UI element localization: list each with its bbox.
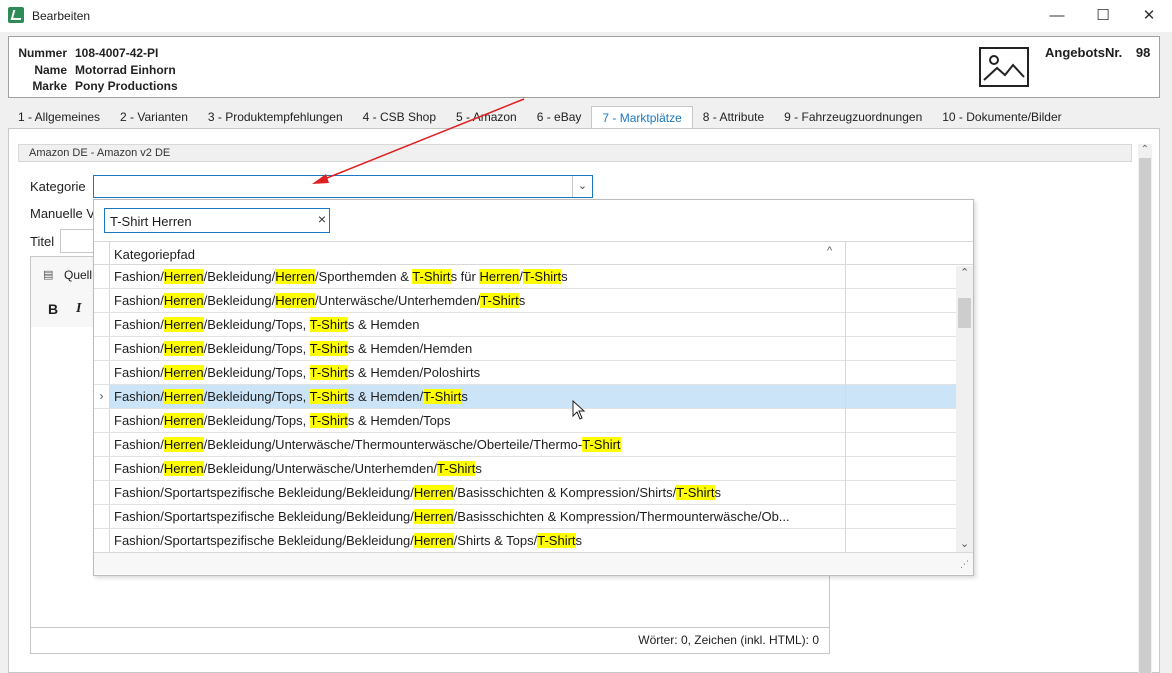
scroll-down-icon[interactable]: ⌄ — [960, 537, 969, 550]
row-indicator — [94, 481, 110, 504]
maximize-button[interactable]: ☐ — [1080, 0, 1126, 32]
category-path: Fashion/Herren/Bekleidung/Herren/Sporthe… — [114, 269, 568, 284]
tab-attribute[interactable]: 8 - Attribute — [693, 106, 774, 128]
close-button[interactable]: ✕ — [1126, 0, 1172, 32]
row-indicator — [94, 289, 110, 312]
tab-fahrzeugzuordnungen[interactable]: 9 - Fahrzeugzuordnungen — [774, 106, 932, 128]
scroll-up-icon[interactable]: ⌃ — [960, 266, 969, 279]
row-indicator — [94, 361, 110, 384]
name-value: Motorrad Einhorn — [75, 63, 176, 77]
angebots-label: AngebotsNr. — [1045, 45, 1123, 60]
editor-status-bar: Wörter: 0, Zeichen (inkl. HTML): 0 — [31, 627, 829, 653]
manuelle-label: Manuelle V — [30, 206, 96, 221]
angebots-value: 98 — [1135, 45, 1151, 60]
row-indicator — [94, 529, 110, 552]
minimize-button[interactable]: — — [1034, 0, 1080, 32]
category-row[interactable]: Fashion/Herren/Bekleidung/Tops, T-Shirts… — [94, 361, 956, 385]
tab-marktplaetze[interactable]: 7 - Marktplätze — [591, 106, 693, 128]
row-indicator-chevron-right-icon: › — [94, 385, 110, 408]
tab-produktempfehlungen[interactable]: 3 - Produktempfehlungen — [198, 106, 353, 128]
category-row[interactable]: Fashion/Herren/Bekleidung/Tops, T-Shirts… — [94, 337, 956, 361]
column-header-kategoriepfad[interactable]: Kategoriepfad — [114, 247, 195, 262]
chevron-up-icon[interactable]: ^ — [827, 245, 832, 257]
row-indicator — [94, 457, 110, 480]
clear-search-icon[interactable]: × — [318, 211, 326, 227]
nummer-value: 108-4007-42-PI — [75, 46, 159, 60]
column-separator — [845, 241, 846, 552]
category-search-input[interactable]: T-Shirt Herren × — [104, 208, 330, 233]
nummer-label: Nummer — [18, 46, 67, 60]
maximize-icon: ☐ — [1096, 7, 1110, 24]
app-icon — [8, 7, 24, 23]
search-value: T-Shirt Herren — [110, 214, 192, 229]
category-path: Fashion/Sportartspezifische Bekleidung/B… — [114, 533, 583, 548]
tab-varianten[interactable]: 2 - Varianten — [110, 106, 198, 128]
category-row[interactable]: Fashion/Herren/Bekleidung/Unterwäsche/Un… — [94, 457, 956, 481]
mouse-cursor-icon — [572, 400, 586, 420]
row-indicator — [94, 433, 110, 456]
row-indicator — [94, 265, 110, 288]
category-row[interactable]: Fashion/Herren/Bekleidung/Tops, T-Shirts… — [94, 409, 956, 433]
close-icon: ✕ — [1142, 7, 1156, 24]
category-row[interactable]: Fashion/Sportartspezifische Bekleidung/B… — [94, 481, 956, 505]
editor-toolbar: ▤ Quell B I — [31, 257, 93, 327]
row-indicator-header — [94, 242, 110, 264]
marke-label: Marke — [32, 79, 67, 93]
source-icon: ▤ — [43, 269, 54, 281]
marke-value: Pony Productions — [75, 79, 178, 93]
category-path: Fashion/Herren/Bekleidung/Tops, T-Shirts… — [114, 413, 451, 428]
category-path: Fashion/Herren/Bekleidung/Unterwäsche/Un… — [114, 461, 482, 476]
product-header: Nummer 108-4007-42-PI Name Motorrad Einh… — [8, 36, 1160, 98]
grid-footer: ⋰ — [94, 552, 973, 574]
image-icon — [983, 55, 1025, 81]
bold-button[interactable]: B — [48, 301, 58, 317]
grid-scrollbar[interactable]: ⌃ ⌄ — [956, 266, 973, 552]
resize-grip-icon[interactable]: ⋰ — [960, 559, 969, 570]
row-indicator — [94, 313, 110, 336]
kategorie-label: Kategorie — [30, 179, 86, 194]
category-path: Fashion/Herren/Bekleidung/Tops, T-Shirts… — [114, 389, 468, 404]
scroll-up-icon[interactable]: ⌃ — [1140, 144, 1150, 156]
category-row[interactable]: Fashion/Herren/Bekleidung/Unterwäsche/Th… — [94, 433, 956, 457]
category-path: Fashion/Herren/Bekleidung/Tops, T-Shirts… — [114, 317, 420, 332]
chevron-down-icon[interactable]: ⌄ — [572, 176, 592, 197]
grid-header: Kategoriepfad ^ — [94, 241, 973, 265]
category-path: Fashion/Herren/Bekleidung/Herren/Unterwä… — [114, 293, 526, 308]
title-bar: Bearbeiten — ☐ ✕ — [0, 0, 1172, 32]
category-path: Fashion/Sportartspezifische Bekleidung/B… — [114, 485, 721, 500]
tab-dokumente-bilder[interactable]: 10 - Dokumente/Bilder — [932, 106, 1071, 128]
name-label: Name — [34, 63, 67, 77]
group-header: Amazon DE - Amazon v2 DE — [18, 144, 1132, 162]
category-path: Fashion/Herren/Bekleidung/Tops, T-Shirts… — [114, 341, 473, 356]
grid-scrollbar-thumb[interactable] — [958, 298, 971, 328]
row-indicator — [94, 409, 110, 432]
row-indicator — [94, 337, 110, 360]
tab-csb-shop[interactable]: 4 - CSB Shop — [353, 106, 446, 128]
tab-bar: 1 - Allgemeines 2 - Varianten 3 - Produk… — [8, 106, 1072, 128]
category-row[interactable]: Fashion/Herren/Bekleidung/Herren/Unterwä… — [94, 289, 956, 313]
category-path: Fashion/Herren/Bekleidung/Tops, T-Shirts… — [114, 365, 481, 380]
category-row[interactable]: Fashion/Sportartspezifische Bekleidung/B… — [94, 529, 956, 553]
main-scrollbar[interactable]: ⌃ — [1138, 144, 1152, 673]
category-row[interactable]: Fashion/Sportartspezifische Bekleidung/B… — [94, 505, 956, 529]
category-row[interactable]: › Fashion/Herren/Bekleidung/Tops, T-Shirt… — [94, 385, 956, 409]
kategorie-select[interactable]: ⌄ — [93, 175, 593, 198]
window-title: Bearbeiten — [32, 9, 91, 23]
source-button[interactable]: Quell — [64, 268, 92, 282]
category-path: Fashion/Herren/Bekleidung/Unterwäsche/Th… — [114, 437, 621, 452]
titel-label: Titel — [30, 234, 55, 249]
scrollbar-thumb[interactable] — [1139, 158, 1151, 673]
tab-ebay[interactable]: 6 - eBay — [527, 106, 592, 128]
row-indicator — [94, 505, 110, 528]
category-path: Fashion/Sportartspezifische Bekleidung/B… — [114, 509, 790, 524]
tab-amazon[interactable]: 5 - Amazon — [446, 106, 527, 128]
minimize-icon: — — [1049, 7, 1065, 24]
category-row[interactable]: Fashion/Herren/Bekleidung/Tops, T-Shirts… — [94, 313, 956, 337]
image-placeholder-icon[interactable] — [979, 47, 1029, 87]
category-row[interactable]: Fashion/Herren/Bekleidung/Herren/Sporthe… — [94, 265, 956, 289]
tab-allgemeines[interactable]: 1 - Allgemeines — [8, 106, 110, 128]
italic-button[interactable]: I — [76, 301, 81, 317]
